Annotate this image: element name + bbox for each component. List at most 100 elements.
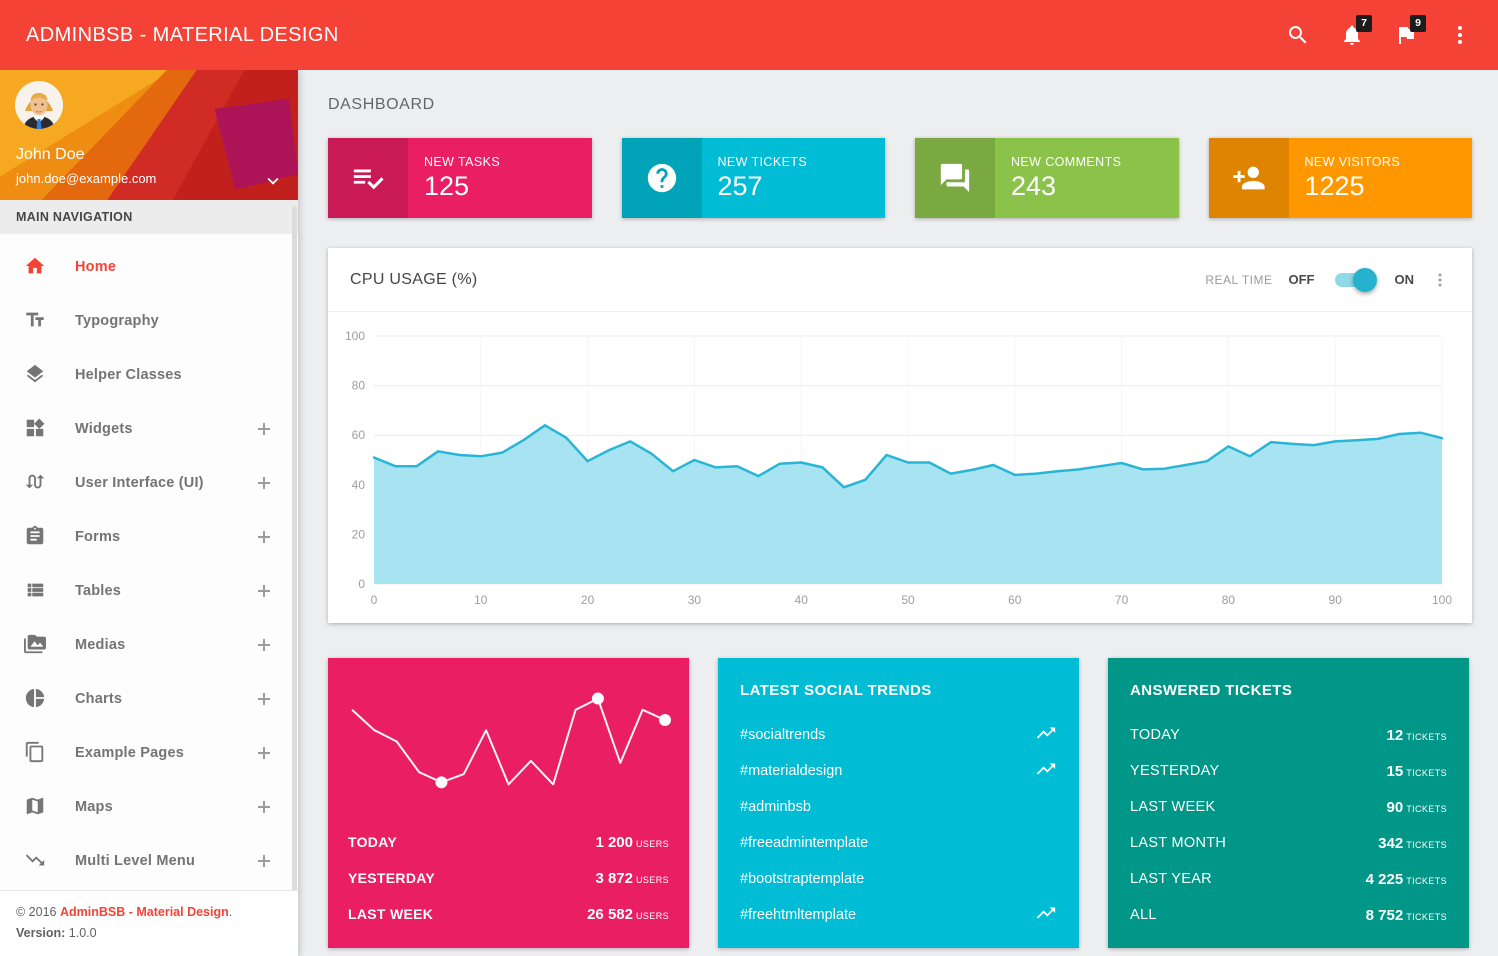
flag-icon[interactable]: 9 <box>1394 23 1418 47</box>
flags-badge: 9 <box>1410 15 1426 32</box>
realtime-label: REAL TIME <box>1205 273 1272 287</box>
stat-unit: USERS <box>636 839 669 849</box>
info-box-content: NEW TASKS 125 <box>408 138 592 218</box>
info-box-value: 243 <box>1011 171 1179 202</box>
ticket-value: 4 225TICKETS <box>1366 871 1447 888</box>
sidebar-item-label: Widgets <box>75 421 133 437</box>
sidebar: John Doe john.doe@example.com MAIN NAVIG… <box>0 70 298 956</box>
ticket-value: 15TICKETS <box>1387 763 1448 780</box>
ticket-number: 342 <box>1378 835 1403 852</box>
sidebar-item-label: Helper Classes <box>75 367 182 383</box>
stat-label: TODAY <box>348 834 397 850</box>
pie-chart-icon <box>24 687 48 711</box>
main-content: DASHBOARD NEW TASKS 125 NEW TICKETS 257 <box>298 70 1498 956</box>
stat-value: 26 582USERS <box>587 906 669 923</box>
hashtag-label: #socialtrends <box>740 727 825 743</box>
trending-up-icon <box>1035 722 1057 749</box>
app-title: ADMINBSB - MATERIAL DESIGN <box>26 24 339 47</box>
user-info-card: John Doe john.doe@example.com <box>0 70 298 200</box>
toggle-knob <box>1353 268 1377 292</box>
ticket-row: TODAY 12TICKETS <box>1130 717 1447 753</box>
svg-text:10: 10 <box>474 593 488 607</box>
chevron-down-icon[interactable] <box>262 170 284 192</box>
widgets-icon <box>24 417 48 441</box>
more-vert-icon[interactable] <box>1430 270 1450 290</box>
more-vert-icon[interactable] <box>1448 23 1472 47</box>
sidebar-item-helper-classes[interactable]: Helper Classes <box>0 348 298 402</box>
version-label: Version: <box>16 926 65 940</box>
ticket-unit: TICKETS <box>1406 768 1447 778</box>
ticket-value: 342TICKETS <box>1378 835 1447 852</box>
plus-icon <box>256 421 272 437</box>
avatar <box>15 81 63 129</box>
assignment-icon <box>24 525 48 549</box>
sidebar-item-widgets[interactable]: Widgets <box>0 402 298 456</box>
ticket-row: YESTERDAY 15TICKETS <box>1130 753 1447 789</box>
sidebar-item-user-interface[interactable]: User Interface (UI) <box>0 456 298 510</box>
hashtag-label: #bootstraptemplate <box>740 871 864 887</box>
svg-text:0: 0 <box>371 593 378 607</box>
sidebar-item-label: Multi Level Menu <box>75 853 195 869</box>
ticket-number: 15 <box>1387 763 1404 780</box>
sidebar-item-typography[interactable]: Typography <box>0 294 298 348</box>
ticket-value: 12TICKETS <box>1387 727 1448 744</box>
copyright-line: © 2016 AdminBSB - Material Design. <box>16 902 282 923</box>
sidebar-item-maps[interactable]: Maps <box>0 780 298 834</box>
ticket-unit: TICKETS <box>1406 804 1447 814</box>
plus-icon <box>256 691 272 707</box>
ticket-number: 4 225 <box>1366 871 1404 888</box>
ticket-label: TODAY <box>1130 727 1180 743</box>
stat-row: TODAY 1 200USERS <box>348 824 669 860</box>
plus-icon <box>256 583 272 599</box>
realtime-toggle[interactable] <box>1335 268 1375 292</box>
info-box-label: NEW TASKS <box>424 155 592 169</box>
multilevel-icon <box>24 849 48 873</box>
trending-up-icon <box>1035 758 1057 785</box>
svg-text:60: 60 <box>1008 593 1022 607</box>
trending-up-icon <box>1035 902 1057 929</box>
visitor-stat-rows: TODAY 1 200USERS YESTERDAY 3 872USERS LA… <box>348 824 669 932</box>
ticket-row: LAST MONTH 342TICKETS <box>1130 825 1447 861</box>
info-box-new-tickets: NEW TICKETS 257 <box>622 138 886 218</box>
sidebar-item-example-pages[interactable]: Example Pages <box>0 726 298 780</box>
svg-text:100: 100 <box>1432 593 1452 607</box>
plus-icon <box>256 637 272 653</box>
ticket-unit: TICKETS <box>1406 876 1447 886</box>
bottom-card-row: TODAY 1 200USERS YESTERDAY 3 872USERS LA… <box>328 658 1472 948</box>
sidebar-item-label: Maps <box>75 799 113 815</box>
svg-text:90: 90 <box>1329 593 1343 607</box>
search-icon[interactable] <box>1286 23 1310 47</box>
stat-number: 3 872 <box>595 870 633 887</box>
notifications-bell-icon[interactable]: 7 <box>1340 23 1364 47</box>
svg-text:70: 70 <box>1115 593 1129 607</box>
stat-value: 1 200USERS <box>595 834 669 851</box>
trend-row: #freehtmltemplate <box>740 897 1057 933</box>
cpu-usage-chart: 0204060801000102030405060708090100 <box>328 312 1472 618</box>
sidebar-item-multi-level-menu[interactable]: Multi Level Menu <box>0 834 298 888</box>
forum-icon <box>915 138 995 218</box>
sidebar-item-forms[interactable]: Forms <box>0 510 298 564</box>
cpu-card-controls: REAL TIME OFF ON <box>1205 268 1450 292</box>
hashtag-label: #adminbsb <box>740 799 811 815</box>
copyright-link[interactable]: AdminBSB - Material Design <box>60 905 229 919</box>
sidebar-item-medias[interactable]: Medias <box>0 618 298 672</box>
sidebar-scrollbar[interactable] <box>292 206 297 896</box>
svg-text:60: 60 <box>352 428 366 442</box>
info-box-row: NEW TASKS 125 NEW TICKETS 257 NEW COMM <box>328 138 1472 218</box>
sidebar-item-home[interactable]: Home <box>0 240 298 294</box>
visitors-stats-card: TODAY 1 200USERS YESTERDAY 3 872USERS LA… <box>328 658 689 948</box>
sidebar-item-label: Tables <box>75 583 121 599</box>
app-window: ADMINBSB - MATERIAL DESIGN 7 9 <box>0 0 1498 956</box>
ticket-label: LAST MONTH <box>1130 835 1226 851</box>
info-box-value: 125 <box>424 171 592 202</box>
trend-row: #materialdesign <box>740 753 1057 789</box>
sidebar-item-tables[interactable]: Tables <box>0 564 298 618</box>
sidebar-item-charts[interactable]: Charts <box>0 672 298 726</box>
svg-text:100: 100 <box>345 329 365 343</box>
map-icon <box>24 795 48 819</box>
stat-number: 1 200 <box>595 834 633 851</box>
svg-text:80: 80 <box>352 379 366 393</box>
info-box-label: NEW VISITORS <box>1305 155 1473 169</box>
social-trends-card: LATEST SOCIAL TRENDS #socialtrends #mate… <box>718 658 1079 948</box>
help-icon <box>622 138 702 218</box>
